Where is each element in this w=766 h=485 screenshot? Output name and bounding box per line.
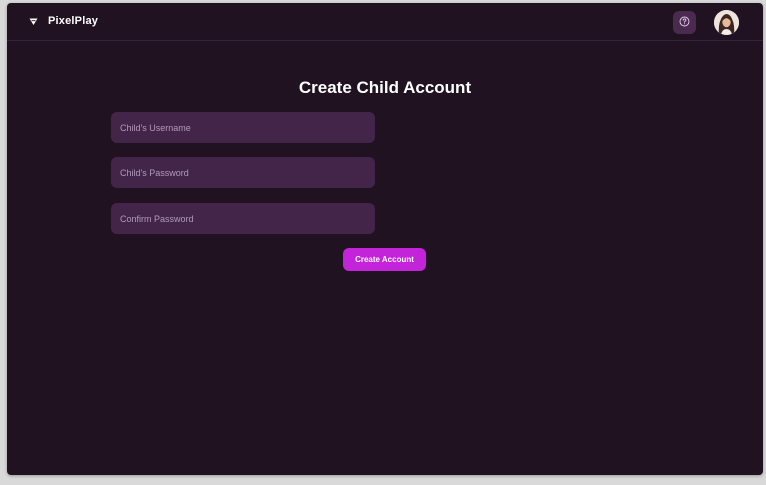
app-name: PixelPlay: [48, 15, 99, 27]
help-button[interactable]: [673, 11, 696, 34]
user-avatar[interactable]: [714, 10, 739, 35]
top-navigation-bar: PixelPlay: [7, 3, 763, 41]
username-input[interactable]: [111, 112, 375, 143]
confirm-password-input[interactable]: [111, 203, 375, 234]
page-title: Create Child Account: [298, 78, 472, 97]
password-input[interactable]: [111, 157, 375, 188]
question-circle-icon: [679, 14, 690, 32]
triangle-down-logo-icon: [29, 17, 38, 26]
app-logo[interactable]: PixelPlay: [29, 15, 98, 27]
create-account-button[interactable]: Create Account: [343, 248, 426, 271]
app-window: PixelPlay Create Child Account Child's U…: [7, 3, 763, 475]
